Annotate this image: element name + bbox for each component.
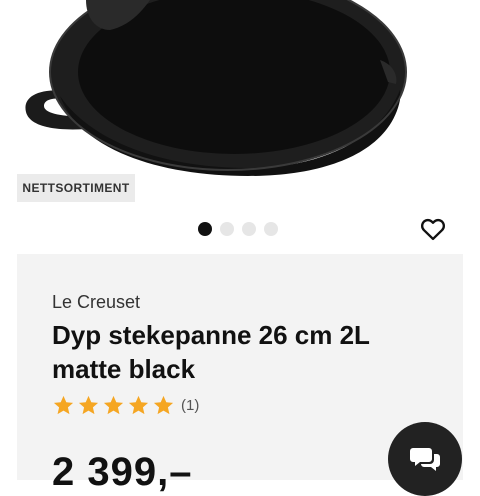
star-icon	[53, 395, 74, 415]
favorite-button[interactable]	[419, 215, 447, 243]
assortment-badge: NETTSORTIMENT	[17, 174, 135, 202]
carousel-dot-1[interactable]	[198, 222, 212, 236]
chat-bubbles-icon	[410, 448, 440, 471]
star-icon	[128, 395, 149, 415]
image-carousel-dots[interactable]	[198, 222, 278, 236]
product-title: Dyp stekepanne 26 cm 2L matte black	[52, 320, 370, 384]
carousel-dot-3[interactable]	[242, 222, 256, 236]
product-brand[interactable]: Le Creuset	[52, 292, 140, 313]
review-count: (1)	[181, 397, 200, 414]
product-price: 2 399,–	[52, 450, 193, 494]
heart-outline-icon	[420, 218, 446, 241]
chat-button[interactable]	[388, 422, 462, 496]
carousel-dot-2[interactable]	[220, 222, 234, 236]
star-icon	[153, 395, 174, 415]
star-icon	[103, 395, 124, 415]
star-icon	[78, 395, 99, 415]
carousel-dot-4[interactable]	[264, 222, 278, 236]
product-rating[interactable]: (1)	[52, 394, 199, 417]
